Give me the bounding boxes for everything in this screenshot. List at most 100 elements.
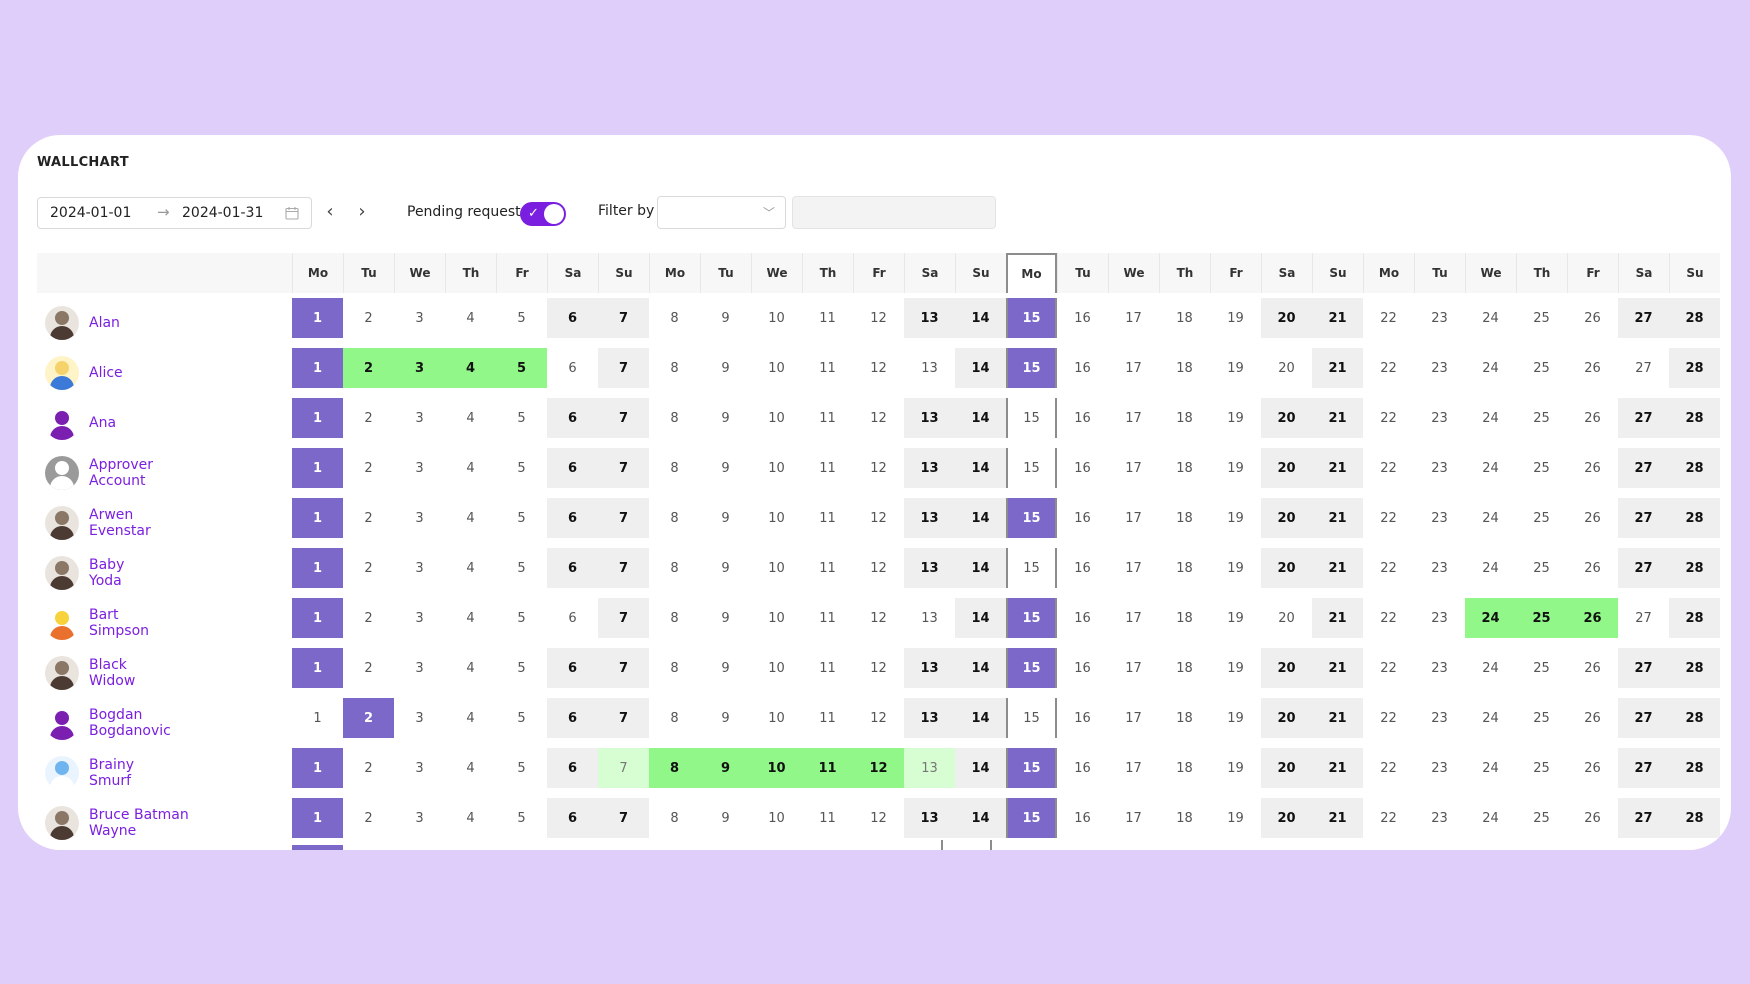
day-cell[interactable]: 17 — [1108, 398, 1159, 438]
day-cell[interactable]: 17 — [1108, 298, 1159, 338]
day-cell[interactable]: 28 — [1669, 548, 1720, 588]
day-cell[interactable]: 16 — [1057, 298, 1108, 338]
day-cell[interactable]: 5 — [496, 798, 547, 838]
day-cell[interactable]: 23 — [1414, 398, 1465, 438]
day-cell[interactable]: 19 — [1210, 648, 1261, 688]
day-cell[interactable]: 18 — [1159, 648, 1210, 688]
day-cell[interactable]: 18 — [1159, 448, 1210, 488]
day-cell[interactable]: 5 — [496, 748, 547, 788]
day-cell[interactable]: 24 — [1465, 748, 1516, 788]
day-cell[interactable]: 2 — [343, 798, 394, 838]
day-cell[interactable]: 23 — [1414, 748, 1465, 788]
date-range-picker[interactable]: 2024-01-01 → 2024-01-31 — [37, 197, 312, 229]
day-cell[interactable]: 28 — [1669, 748, 1720, 788]
day-cell[interactable]: 5 — [496, 298, 547, 338]
day-cell[interactable]: 23 — [1414, 348, 1465, 388]
day-cell[interactable]: 23 — [1414, 548, 1465, 588]
day-cell[interactable]: 7 — [598, 448, 649, 488]
day-cell[interactable]: 18 — [1159, 598, 1210, 638]
day-cell[interactable]: 17 — [1108, 648, 1159, 688]
day-cell[interactable]: 3 — [394, 448, 445, 488]
day-cell[interactable]: 10 — [751, 798, 802, 838]
day-cell[interactable]: 18 — [1159, 298, 1210, 338]
day-cell[interactable]: 24 — [1465, 648, 1516, 688]
day-cell[interactable]: 15 — [1006, 748, 1057, 788]
day-cell[interactable]: 5 — [496, 398, 547, 438]
day-cell[interactable]: 20 — [1261, 498, 1312, 538]
user-name-link[interactable]: Alan — [89, 315, 120, 331]
day-cell[interactable]: 5 — [496, 498, 547, 538]
day-cell[interactable]: 17 — [1108, 598, 1159, 638]
day-cell[interactable]: 1 — [292, 548, 343, 588]
day-cell[interactable]: 2 — [343, 348, 394, 388]
day-cell[interactable]: 8 — [649, 398, 700, 438]
day-cell[interactable]: 14 — [955, 298, 1006, 338]
day-cell[interactable]: 28 — [1669, 698, 1720, 738]
day-cell[interactable]: 27 — [1618, 748, 1669, 788]
day-cell[interactable]: 24 — [1465, 798, 1516, 838]
day-cell[interactable]: 9 — [700, 548, 751, 588]
day-cell[interactable]: 28 — [1669, 448, 1720, 488]
day-cell[interactable]: 11 — [802, 698, 853, 738]
day-cell[interactable]: 19 — [1210, 748, 1261, 788]
day-cell[interactable]: 11 — [802, 498, 853, 538]
user-name-link[interactable]: Brainy Smurf — [89, 757, 159, 789]
day-cell[interactable]: 2 — [343, 648, 394, 688]
day-cell[interactable]: 22 — [1363, 548, 1414, 588]
day-cell[interactable]: 2 — [343, 298, 394, 338]
day-cell[interactable]: 25 — [1516, 748, 1567, 788]
day-cell[interactable]: 18 — [1159, 548, 1210, 588]
day-cell[interactable]: 14 — [955, 598, 1006, 638]
day-cell[interactable]: 24 — [1465, 398, 1516, 438]
day-cell[interactable]: 8 — [649, 748, 700, 788]
user-name-link[interactable]: Bart Simpson — [89, 607, 159, 639]
day-cell[interactable]: 15 — [1006, 498, 1057, 538]
user-name-link[interactable]: Ana — [89, 415, 116, 431]
day-cell[interactable]: 22 — [1363, 348, 1414, 388]
day-cell[interactable]: 3 — [394, 548, 445, 588]
day-cell[interactable]: 3 — [394, 598, 445, 638]
day-cell[interactable]: 16 — [1057, 648, 1108, 688]
day-cell[interactable]: 19 — [1210, 498, 1261, 538]
day-cell[interactable]: 24 — [1465, 298, 1516, 338]
day-cell[interactable]: 19 — [1210, 298, 1261, 338]
day-cell[interactable]: 14 — [955, 498, 1006, 538]
day-cell[interactable]: 9 — [700, 298, 751, 338]
day-cell[interactable]: 8 — [649, 598, 700, 638]
day-cell[interactable]: 3 — [394, 398, 445, 438]
day-cell[interactable]: 17 — [1108, 698, 1159, 738]
day-cell[interactable]: 25 — [1516, 498, 1567, 538]
day-cell[interactable]: 28 — [1669, 598, 1720, 638]
day-cell[interactable]: 27 — [1618, 498, 1669, 538]
day-cell[interactable]: 19 — [1210, 598, 1261, 638]
day-cell[interactable]: 14 — [955, 698, 1006, 738]
day-cell[interactable]: 12 — [853, 698, 904, 738]
day-cell[interactable]: 27 — [1618, 698, 1669, 738]
day-cell[interactable]: 15 — [1006, 698, 1057, 738]
day-cell[interactable]: 11 — [802, 648, 853, 688]
day-cell[interactable]: 25 — [1516, 548, 1567, 588]
day-cell[interactable]: 28 — [1669, 348, 1720, 388]
day-cell[interactable]: 14 — [955, 798, 1006, 838]
day-cell[interactable]: 4 — [445, 548, 496, 588]
day-cell[interactable]: 18 — [1159, 398, 1210, 438]
day-cell[interactable]: 20 — [1261, 548, 1312, 588]
day-cell[interactable]: 21 — [1312, 448, 1363, 488]
day-cell[interactable]: 1 — [292, 348, 343, 388]
day-cell[interactable]: 22 — [1363, 648, 1414, 688]
day-cell[interactable]: 7 — [598, 348, 649, 388]
day-cell[interactable]: 21 — [1312, 698, 1363, 738]
day-cell[interactable]: 4 — [445, 698, 496, 738]
day-cell[interactable]: 21 — [1312, 298, 1363, 338]
day-cell[interactable]: 22 — [1363, 498, 1414, 538]
day-cell[interactable]: 24 — [1465, 598, 1516, 638]
day-cell[interactable]: 4 — [445, 648, 496, 688]
day-cell[interactable]: 8 — [649, 648, 700, 688]
day-cell[interactable]: 18 — [1159, 748, 1210, 788]
day-cell[interactable]: 28 — [1669, 648, 1720, 688]
user-name-link[interactable]: Bogdan Bogdanovic — [89, 707, 199, 739]
day-cell[interactable]: 10 — [751, 748, 802, 788]
filter-search-input[interactable] — [792, 196, 996, 229]
day-cell[interactable]: 19 — [1210, 398, 1261, 438]
day-cell[interactable]: 10 — [751, 348, 802, 388]
